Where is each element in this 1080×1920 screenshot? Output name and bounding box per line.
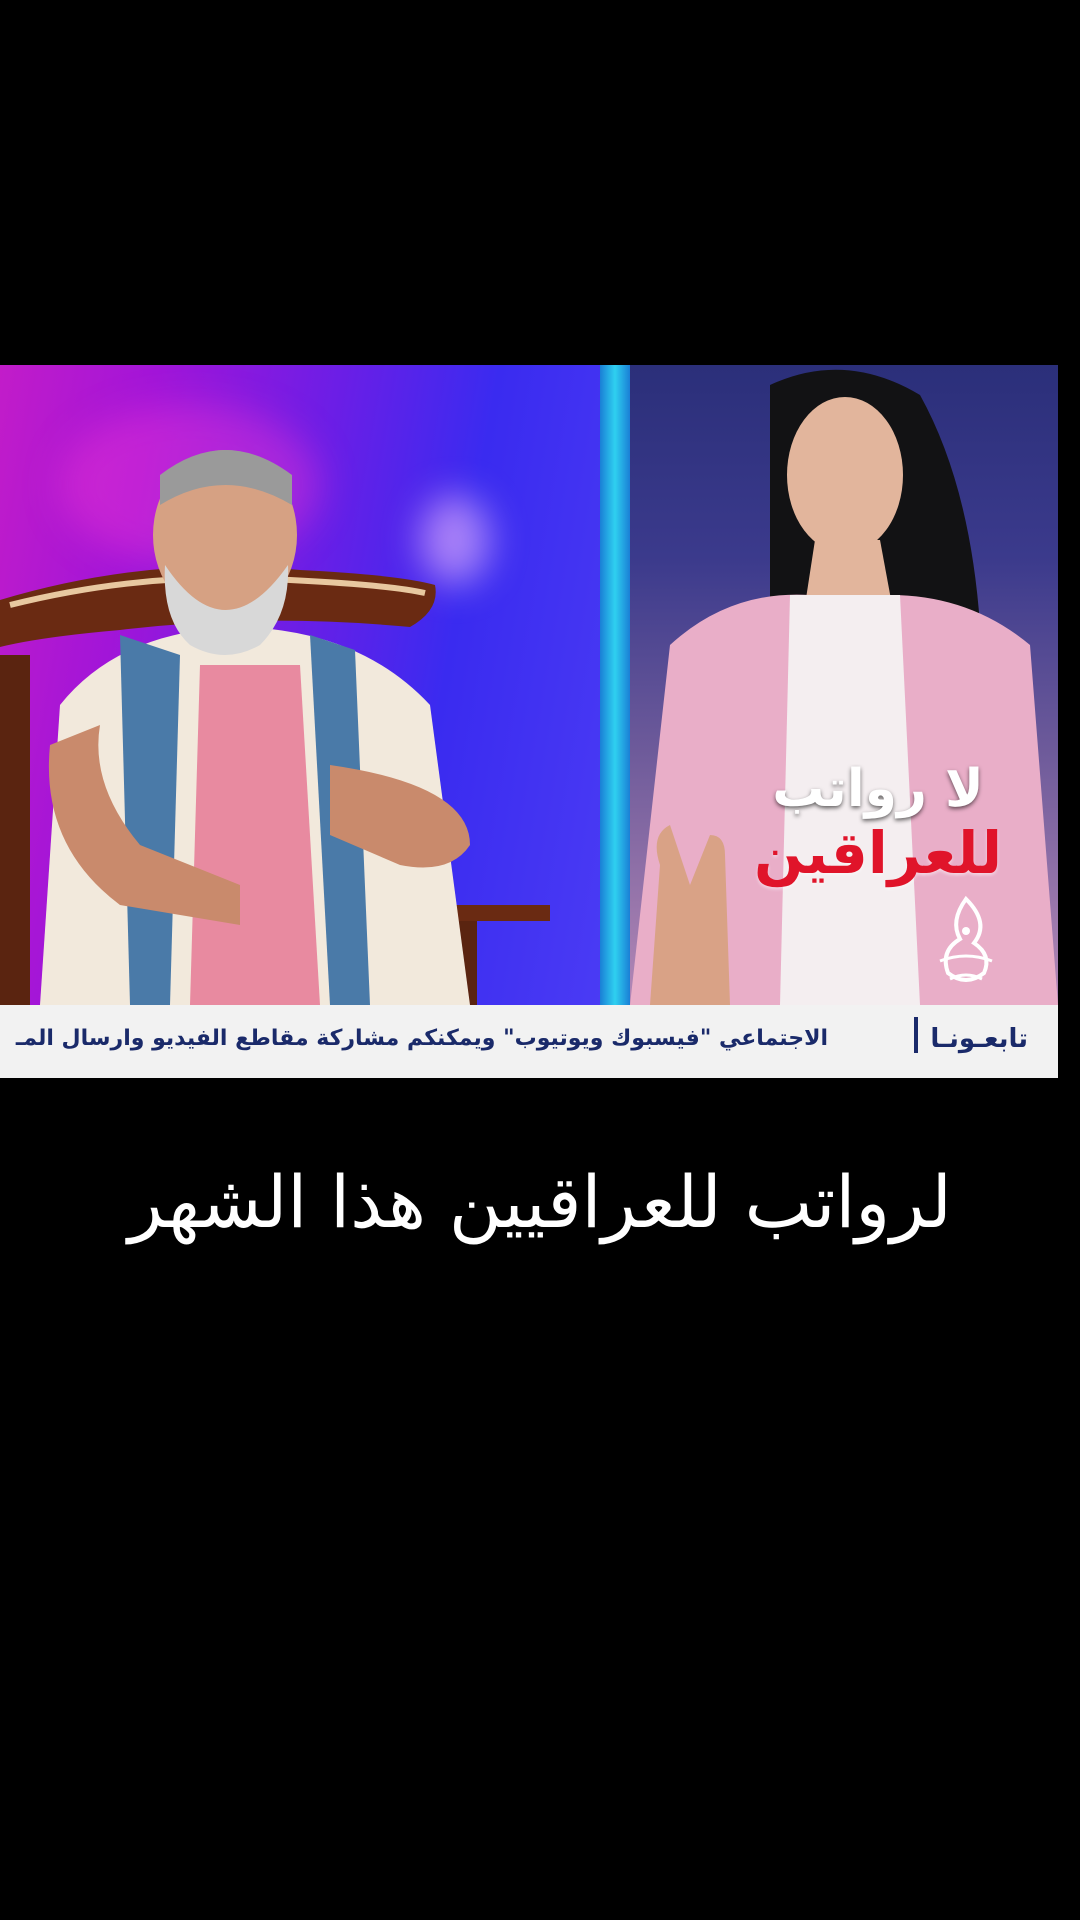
ticker-text: الاجتماعي "فيسبوك ويوتيوب" ويمكنكم مشارك…	[15, 1026, 828, 1051]
video-caption: لرواتب للعراقيين هذا الشهر	[128, 1160, 952, 1244]
ticker-separator	[914, 1017, 918, 1053]
video-frame[interactable]: لا رواتب للعراقين تابعـونـا الاجتماعي "ف…	[0, 365, 1058, 1078]
ticker-label: تابعـونـا	[930, 1024, 1028, 1054]
left-panel-guest	[0, 365, 602, 1005]
news-headline-overlay: لا رواتب للعراقين	[738, 759, 1018, 887]
panel-divider	[600, 365, 630, 1005]
headline-line-1: لا رواتب	[772, 759, 984, 819]
calligraphy-logo-icon	[939, 895, 993, 982]
right-panel-presenter: لا رواتب للعراقين	[630, 365, 1058, 1005]
guest-figure	[0, 450, 550, 1005]
news-ticker: تابعـونـا الاجتماعي "فيسبوك ويوتيوب" ويم…	[0, 1005, 1058, 1078]
headline-line-2: للعراقين	[753, 818, 1002, 887]
